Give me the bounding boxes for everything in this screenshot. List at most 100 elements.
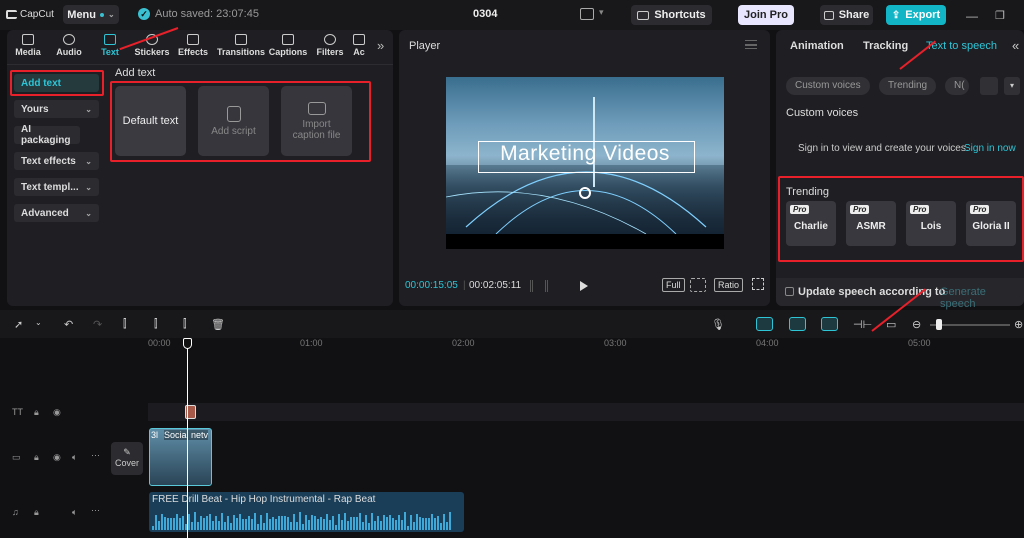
layout-icon[interactable] bbox=[580, 8, 594, 20]
play-icon[interactable] bbox=[580, 281, 588, 291]
shortcuts-button[interactable]: Shortcuts bbox=[631, 5, 712, 25]
volume-icon[interactable]: 🔈︎ bbox=[72, 452, 77, 463]
tab-effects[interactable]: Effects bbox=[173, 34, 213, 62]
eye-icon[interactable]: ◉ bbox=[53, 407, 61, 418]
link-clips-icon[interactable] bbox=[756, 317, 773, 331]
more-icon[interactable]: ⋯ bbox=[91, 505, 100, 516]
menu-button[interactable]: Menu ⌄ bbox=[63, 5, 119, 24]
select-tool-icon[interactable]: ➚ bbox=[14, 318, 23, 331]
sidebar-item-ai-packaging[interactable]: AI packaging bbox=[14, 124, 80, 146]
waveform-bar bbox=[434, 517, 436, 530]
playhead-handle[interactable] bbox=[183, 338, 192, 349]
waveform-bar bbox=[323, 519, 325, 530]
video-clip-prefix: 3l bbox=[151, 430, 159, 440]
waveform-bar bbox=[353, 516, 355, 530]
split-right-icon[interactable]: ⫿ bbox=[183, 318, 187, 331]
undo-icon[interactable]: ↶ bbox=[64, 318, 73, 331]
waveform-bar bbox=[341, 520, 343, 530]
lock-icon[interactable]: 🔒︎ bbox=[34, 452, 39, 463]
split-left-icon[interactable]: ⫿ bbox=[154, 318, 158, 331]
tab-audio[interactable]: Audio bbox=[49, 34, 89, 62]
share-button[interactable]: Share bbox=[820, 5, 873, 25]
waveform-bar bbox=[320, 516, 322, 530]
redo-icon[interactable]: ↷ bbox=[93, 318, 102, 331]
waveform-bar bbox=[356, 517, 358, 530]
chip-trending[interactable]: Trending bbox=[879, 77, 937, 95]
text-selection-box[interactable] bbox=[478, 141, 695, 173]
delete-icon[interactable]: 🗑 bbox=[211, 318, 225, 331]
chip-more[interactable]: N( bbox=[945, 77, 969, 95]
tab-media[interactable]: Media bbox=[8, 34, 48, 62]
waveform-bar bbox=[377, 516, 379, 530]
zoom-out-icon[interactable]: ⊖ bbox=[912, 318, 921, 331]
playhead[interactable] bbox=[187, 338, 188, 538]
chevron-down-icon[interactable]: ▾ bbox=[599, 7, 604, 18]
lock-icon[interactable]: 🔒︎ bbox=[34, 507, 39, 518]
waveform-bar bbox=[260, 515, 262, 530]
share-icon bbox=[823, 10, 834, 20]
zoom-slider-handle[interactable] bbox=[936, 319, 942, 330]
minimize-icon[interactable]: — bbox=[966, 9, 978, 23]
waveform-bar bbox=[407, 525, 409, 530]
zoom-icon[interactable] bbox=[690, 278, 706, 292]
tab-tracking[interactable]: Tracking bbox=[863, 40, 908, 52]
zoom-slider[interactable] bbox=[930, 324, 1010, 326]
sidebar-item-advanced[interactable]: Advanced ⌄ bbox=[14, 204, 99, 222]
waveform-bar bbox=[359, 513, 361, 530]
collapse-icon[interactable]: « bbox=[1012, 38, 1019, 53]
dropdown-icon[interactable]: ▾ bbox=[1004, 77, 1020, 95]
tab-filters[interactable]: Filters bbox=[310, 34, 350, 62]
sidebar-item-text-effects[interactable]: Text effects ⌄ bbox=[14, 152, 99, 170]
waveform-bar bbox=[404, 512, 406, 530]
sidebar-item-yours[interactable]: Yours ⌄ bbox=[14, 100, 99, 118]
sidebar-item-text-templates[interactable]: Text templ... ⌄ bbox=[14, 178, 99, 196]
more-icon[interactable]: ⋯ bbox=[91, 450, 100, 461]
join-pro-button[interactable]: Join Pro bbox=[738, 5, 794, 25]
timeline-ruler[interactable]: 00:00 01:00 02:00 03:00 04:00 05:00 bbox=[148, 338, 1024, 352]
tab-text-to-speech[interactable]: Text to speech bbox=[926, 40, 997, 52]
magnet-icon[interactable] bbox=[789, 317, 806, 331]
split-icon[interactable]: ⫿ bbox=[123, 318, 127, 331]
preview-axis-icon[interactable] bbox=[821, 317, 838, 331]
rotate-icon[interactable] bbox=[579, 187, 591, 199]
update-speech-checkbox[interactable] bbox=[785, 287, 794, 296]
microphone-icon[interactable]: 🎙 bbox=[711, 318, 725, 331]
app-logo: CapCut bbox=[6, 9, 54, 20]
chevron-down-icon[interactable]: ⌄ bbox=[35, 318, 42, 327]
waveform-bar bbox=[371, 513, 373, 530]
waveform-bar bbox=[392, 518, 394, 530]
full-button[interactable]: Full bbox=[662, 278, 685, 292]
menu-icon[interactable] bbox=[745, 40, 757, 49]
project-name[interactable]: 0304 bbox=[473, 8, 497, 20]
waveform-bar bbox=[155, 515, 157, 530]
volume-icon[interactable]: 🔈︎ bbox=[72, 507, 77, 518]
waveform-bar bbox=[449, 512, 451, 530]
ratio-button[interactable]: Ratio bbox=[714, 278, 744, 292]
more-tabs-icon[interactable]: » bbox=[377, 38, 384, 53]
lock-icon[interactable]: 🔒︎ bbox=[34, 407, 39, 418]
generate-speech-button[interactable]: Generate speech bbox=[940, 286, 1024, 310]
timeline-grid-icon[interactable] bbox=[530, 280, 548, 292]
text-track[interactable] bbox=[148, 403, 1024, 421]
tab-animation[interactable]: Animation bbox=[790, 40, 844, 52]
signin-link[interactable]: Sign in now bbox=[964, 143, 1016, 154]
tab-transitions[interactable]: Transitions bbox=[216, 34, 266, 62]
cover-button[interactable]: ✎ Cover bbox=[111, 442, 143, 475]
filter-icon[interactable] bbox=[980, 77, 998, 95]
chevron-down-icon: ⌄ bbox=[85, 104, 92, 114]
audio-waveform bbox=[152, 508, 462, 530]
custom-voices-title: Custom voices bbox=[786, 107, 859, 119]
waveform-bar bbox=[242, 519, 244, 530]
tab-adjustment[interactable]: Ac bbox=[349, 34, 369, 62]
tab-captions[interactable]: Captions bbox=[268, 34, 308, 62]
fullscreen-icon[interactable] bbox=[752, 278, 764, 290]
eye-icon[interactable]: ◉ bbox=[53, 452, 61, 463]
zoom-in-icon[interactable]: ⊕ bbox=[1014, 318, 1023, 331]
maximize-icon[interactable]: ❐ bbox=[995, 9, 1005, 22]
annotation-box-add-text bbox=[10, 70, 104, 96]
export-button[interactable]: ⇪ Export bbox=[886, 5, 946, 25]
waveform-bar bbox=[179, 518, 181, 530]
fit-icon[interactable]: ⊣⊢ bbox=[853, 318, 872, 331]
chip-custom-voices[interactable]: Custom voices bbox=[786, 77, 870, 95]
waveform-bar bbox=[308, 519, 310, 530]
